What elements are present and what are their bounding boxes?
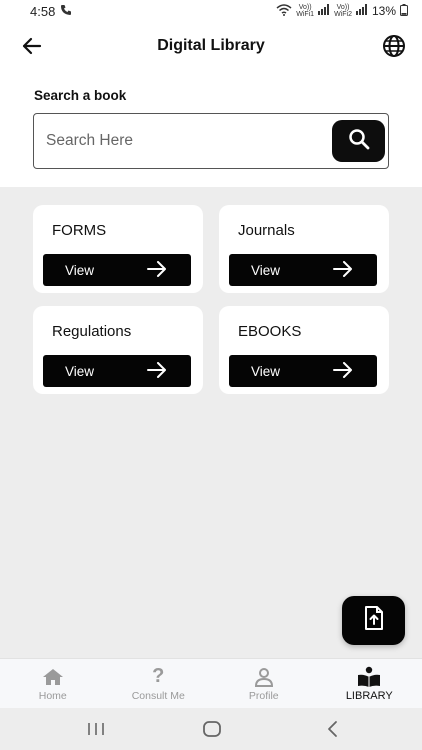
question-mark-icon: ? [152,665,165,687]
nav-item-consult-me[interactable]: ? Consult Me [106,659,212,708]
globe-icon[interactable] [382,34,406,58]
signal-icon [355,4,368,18]
view-ebooks-button[interactable]: View [229,355,377,387]
category-card-regulations: Regulations View [33,306,203,394]
status-right: Vo)) WiFi1 Vo)) WiFi2 13% [276,3,408,19]
view-forms-button[interactable]: View [43,254,191,286]
call-icon [60,4,72,19]
view-journals-button[interactable]: View [229,254,377,286]
search-box [33,113,389,169]
nav-label: Profile [248,689,279,702]
wifi-icon [276,3,292,19]
status-time: 4:58 [30,3,56,19]
status-left: 4:58 [30,4,72,19]
category-card-ebooks: EBOOKS View [219,306,389,394]
nav-label: LIBRARY [345,689,393,702]
battery-icon [400,3,408,19]
card-title: Regulations [52,323,132,340]
view-regulations-button[interactable]: View [43,355,191,387]
upload-file-button[interactable] [342,596,405,645]
search-button[interactable] [332,120,385,162]
arrow-right-icon [333,260,353,280]
sim2-label: Vo)) WiFi2 [334,4,352,18]
button-label: View [65,262,95,278]
status-bar: 4:58 Vo)) WiFi1 Vo)) WiFi2 13% [0,0,422,22]
card-title: Journals [238,222,295,239]
nav-label: Home [38,689,67,702]
category-card-journals: Journals View [219,205,389,293]
system-nav-bar [0,708,422,750]
home-button-icon[interactable] [200,718,224,740]
app-bar: Digital Library [0,22,422,70]
nav-item-library[interactable]: LIBRARY [317,659,422,708]
card-title: EBOOKS [238,323,302,340]
search-icon [348,128,370,155]
nav-label: Consult Me [131,689,185,702]
arrow-left-icon[interactable] [20,34,44,58]
arrow-right-icon [147,260,167,280]
sim1-label: Vo)) WiFi1 [296,4,315,18]
arrow-right-icon [333,361,353,381]
arrow-right-icon [147,361,167,381]
back-button-icon[interactable] [320,718,344,740]
page-title: Digital Library [157,37,265,54]
search-label: Search a book [34,88,127,103]
search-input[interactable] [46,126,326,156]
person-icon [252,666,276,688]
search-section: Search a book [0,70,422,187]
button-label: View [65,363,95,379]
file-upload-icon [363,606,385,635]
bottom-nav: Home ? Consult Me Profile LIBRARY [0,658,422,708]
recent-apps-icon[interactable] [84,718,108,740]
book-reader-icon [357,666,381,688]
battery-percent: 13% [371,4,396,18]
home-icon [41,666,65,688]
category-card-forms: FORMS View [33,205,203,293]
nav-item-home[interactable]: Home [0,659,106,708]
button-label: View [251,363,281,379]
signal-icon [318,4,330,18]
nav-item-profile[interactable]: Profile [211,659,317,708]
button-label: View [251,262,281,278]
card-title: FORMS [52,222,107,239]
